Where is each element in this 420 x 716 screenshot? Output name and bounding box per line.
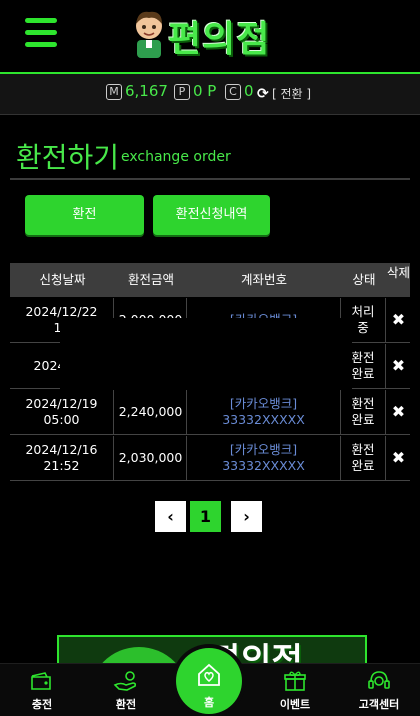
delete-icon[interactable]: ✖ [387,344,410,388]
row-date: 2024/12/16 21:52 [10,436,114,480]
row-status: 환전완료 [341,436,386,480]
nav-home-label: 홈 [203,696,215,709]
row-amount: 2,240,000 [115,390,187,434]
nav-charge[interactable]: 충전 [7,668,77,712]
table-row: 2024/12/16 21:52 2,030,000 [카카오뱅크] 33332… [10,436,410,481]
next-page-button[interactable]: › [231,501,262,532]
logo[interactable]: 편의점 [128,4,298,64]
exchange-button[interactable]: 환전 [25,195,144,235]
coin-icon: C [225,84,241,100]
column-header-status: 상태 [352,272,376,287]
nav-charge-label: 충전 [31,698,53,711]
title-divider [10,178,410,180]
nav-event[interactable]: 이벤트 [260,668,330,712]
prev-page-button[interactable]: ‹ [155,501,186,532]
delete-icon[interactable]: ✖ [387,298,410,342]
nav-event-label: 이벤트 [279,698,311,711]
money-value: 6,167 [125,82,168,100]
point-value: 0 P [193,82,217,100]
money-icon: M [106,84,122,100]
page-1-button[interactable]: 1 [190,501,221,532]
mascot-icon [136,11,162,58]
nav-home-button[interactable]: 홈 [176,648,242,714]
coin-balance: C0 [225,82,254,100]
wallet-icon [31,672,51,690]
balance-bar: M 6,167 P0 P C0 [0,74,420,115]
gift-icon [284,671,306,691]
page-title: 환전하기 [16,141,120,174]
page-subtitle: exchange order [121,149,231,165]
exchange-history-button[interactable]: 환전신청내역 [153,195,270,235]
occluding-overlay [60,318,352,390]
row-amount: 2,030,000 [115,436,187,480]
headset-icon [368,671,390,689]
nav-exchange[interactable]: 환전 [91,668,161,712]
refresh-icon[interactable]: ⟳ [257,86,269,102]
table-header: 신청날짜 환전금액 계좌번호 상태 삭제 [10,263,410,297]
row-bank: [카카오뱅크] [229,396,298,411]
row-account-number: 33332XXXXX [222,458,305,473]
nav-support[interactable]: 고객센터 [344,668,414,712]
delete-icon[interactable]: ✖ [387,436,410,480]
row-status: 환전완료 [341,390,386,434]
table-row: 2024/12/19 05:00 2,240,000 [카카오뱅크] 33332… [10,390,410,435]
row-account: [카카오뱅크] 33332XXXXX [187,390,341,434]
column-header-account: 계좌번호 [240,272,287,287]
logo-text: 편의점 [168,19,271,60]
column-header-amount: 환전금액 [127,272,174,287]
column-header-delete: 삭제 [387,265,411,280]
delete-icon[interactable]: ✖ [387,390,410,434]
header: 편의점 [0,0,420,72]
row-date: 2024/12/19 05:00 [10,390,114,434]
row-bank: [카카오뱅크] [229,442,298,457]
hand-coin-icon [113,671,137,691]
convert-button[interactable]: [ 전환 ] [272,85,311,102]
menu-icon[interactable] [25,18,57,48]
row-account: [카카오뱅크] 33332XXXXX [187,436,341,480]
column-header-date: 신청날짜 [39,272,86,287]
nav-support-label: 고객센터 [358,698,400,711]
row-account-number: 33332XXXXX [222,412,305,427]
nav-exchange-label: 환전 [115,698,137,711]
point-icon: P [174,84,190,100]
coin-value: 0 [244,82,254,100]
home-heart-icon [198,663,220,686]
point-balance: P0 P [174,82,216,100]
money-balance: M 6,167 [106,82,168,100]
